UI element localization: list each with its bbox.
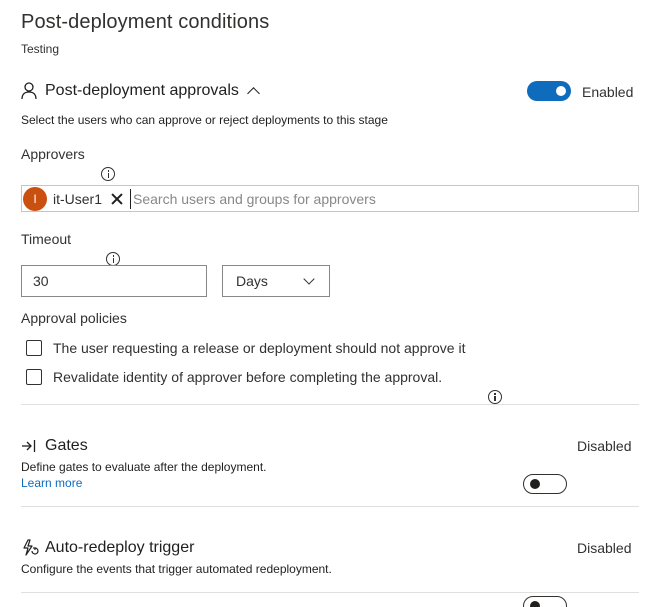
- policy-row[interactable]: The user requesting a release or deploym…: [26, 340, 465, 356]
- approver-search-input[interactable]: [130, 188, 638, 209]
- redeploy-toggle-label: Disabled: [577, 540, 632, 556]
- gate-icon: [22, 440, 36, 452]
- timeout-unit-dropdown[interactable]: Days: [222, 265, 330, 297]
- redeploy-trigger-icon: [23, 539, 39, 556]
- timeout-unit-value: Days: [236, 273, 268, 289]
- stage-name: Testing: [21, 42, 60, 56]
- policy-info-icon[interactable]: [487, 390, 502, 404]
- gates-toggle[interactable]: [523, 474, 567, 494]
- approvers-picker[interactable]: I it-User1: [21, 185, 639, 212]
- gates-toggle-label: Disabled: [577, 438, 632, 454]
- approver-name: it-User1: [53, 190, 103, 207]
- timeout-input[interactable]: 30: [21, 265, 207, 297]
- approvals-description: Select the users who can approve or reje…: [21, 113, 388, 127]
- approvals-toggle[interactable]: [527, 81, 571, 101]
- approvals-toggle-label: Enabled: [582, 84, 634, 100]
- divider: [21, 592, 639, 593]
- approvers-info-icon[interactable]: [101, 167, 115, 181]
- redeploy-description: Configure the events that trigger automa…: [21, 562, 332, 576]
- page-title: Post-deployment conditions: [21, 11, 270, 33]
- close-icon[interactable]: [110, 192, 124, 206]
- chevron-down-icon: [303, 272, 315, 285]
- policy-label: The user requesting a release or deploym…: [53, 340, 466, 356]
- redeploy-title: Auto-redeploy trigger: [45, 539, 195, 556]
- timeout-info-icon[interactable]: [106, 252, 121, 266]
- redeploy-toggle[interactable]: [523, 596, 567, 607]
- policy-row[interactable]: Revalidate identity of approver before c…: [26, 369, 442, 385]
- approval-policies-label: Approval policies: [21, 310, 127, 326]
- approver-persona: I it-User1: [22, 186, 124, 211]
- divider: [21, 506, 639, 507]
- timeout-label: Timeout: [21, 231, 72, 247]
- divider: [21, 404, 639, 405]
- gates-header[interactable]: Gates: [21, 437, 88, 455]
- avatar: I: [23, 186, 47, 211]
- timeout-value: 30: [33, 273, 49, 289]
- redeploy-header[interactable]: Auto-redeploy trigger: [21, 539, 194, 557]
- person-icon: [21, 82, 37, 100]
- gates-title: Gates: [45, 437, 88, 454]
- gates-description: Define gates to evaluate after the deplo…: [21, 460, 267, 474]
- approvers-label: Approvers: [21, 146, 85, 162]
- approvals-header[interactable]: Post-deployment approvals: [21, 82, 260, 100]
- approvals-title: Post-deployment approvals: [45, 82, 239, 99]
- policy-checkbox[interactable]: [26, 369, 42, 385]
- policy-checkbox[interactable]: [26, 340, 42, 356]
- learn-more-link[interactable]: Learn more: [21, 476, 82, 490]
- policy-label: Revalidate identity of approver before c…: [53, 369, 443, 385]
- chevron-up-icon[interactable]: [247, 87, 260, 100]
